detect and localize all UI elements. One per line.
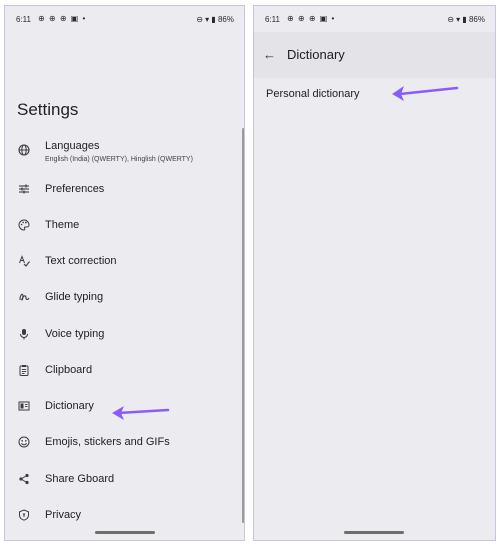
page-title: Dictionary (287, 47, 345, 62)
page-title: Settings (17, 100, 79, 119)
globe-icon (16, 144, 32, 159)
status-bar: 6:11 ⊕ ⊕ ⊕ ▣ • ⊖ ▾ ▮ 86% (254, 6, 495, 32)
settings-item-label: Text correction (45, 255, 117, 267)
back-arrow-icon[interactable]: ← (263, 47, 276, 62)
settings-item-label: Voice typing (45, 328, 105, 340)
palette-icon (16, 219, 32, 234)
settings-item-label: Emojis, stickers and GIFs (45, 436, 170, 448)
pointer-arrow-annotation (392, 86, 459, 101)
microphone-icon (16, 328, 32, 343)
shield-icon (16, 509, 32, 524)
pointer-arrow-annotation (112, 406, 170, 420)
settings-item-label: Privacy (45, 509, 82, 521)
dictionary-icon (16, 400, 32, 415)
settings-item-label: Preferences (45, 183, 105, 195)
spellcheck-icon (16, 255, 32, 270)
settings-item-label: Dictionary (45, 400, 94, 412)
emoji-icon (16, 436, 32, 451)
system-status: ⊖ ▾ ▮ 86% (196, 15, 234, 24)
settings-item-text-correction[interactable]: Text correction (5, 253, 244, 283)
settings-item-glide-typing[interactable]: Glide typing (5, 289, 244, 319)
scrollbar[interactable] (242, 128, 244, 523)
system-status: ⊖ ▾ ▮ 86% (447, 15, 485, 24)
settings-item-voice-typing[interactable]: Voice typing (5, 326, 244, 356)
settings-item-label: Theme (45, 219, 80, 231)
settings-item-label: Glide typing (45, 291, 104, 303)
settings-item-label: Share Gboard (45, 473, 115, 485)
share-icon (16, 473, 32, 488)
status-time: 6:11 (16, 15, 31, 24)
settings-screen: 6:11 ⊕ ⊕ ⊕ ▣ • ⊖ ▾ ▮ 86% Settings Langua… (4, 5, 245, 541)
settings-item-languages[interactable]: Languages English (India) (QWERTY), Hing… (5, 138, 244, 168)
app-bar: ← Dictionary (254, 32, 495, 78)
sliders-icon (16, 183, 32, 198)
dictionary-screen: 6:11 ⊕ ⊕ ⊕ ▣ • ⊖ ▾ ▮ 86% ← Dictionary Pe… (253, 5, 496, 541)
notification-icons: ⊕ ⊕ ⊕ ▣ • (38, 14, 87, 23)
settings-item-theme[interactable]: Theme (5, 217, 244, 247)
settings-item-label: Clipboard (45, 364, 93, 376)
status-bar: 6:11 ⊕ ⊕ ⊕ ▣ • ⊖ ▾ ▮ 86% (5, 6, 244, 32)
settings-item-emojis[interactable]: Emojis, stickers and GIFs (5, 434, 244, 464)
settings-item-sublabel: English (India) (QWERTY), Hinglish (QWER… (45, 156, 193, 163)
navigation-handle[interactable] (344, 531, 404, 534)
list-item-personal-dictionary[interactable]: Personal dictionary (266, 88, 360, 100)
clipboard-icon (16, 364, 32, 379)
settings-item-preferences[interactable]: Preferences (5, 181, 244, 211)
glide-icon (16, 291, 32, 306)
status-time: 6:11 (265, 15, 280, 24)
settings-item-label: Languages (45, 140, 100, 152)
settings-item-clipboard[interactable]: Clipboard (5, 362, 244, 392)
notification-icons: ⊕ ⊕ ⊕ ▣ • (287, 14, 336, 23)
navigation-handle[interactable] (95, 531, 155, 534)
settings-item-share-gboard[interactable]: Share Gboard (5, 471, 244, 501)
